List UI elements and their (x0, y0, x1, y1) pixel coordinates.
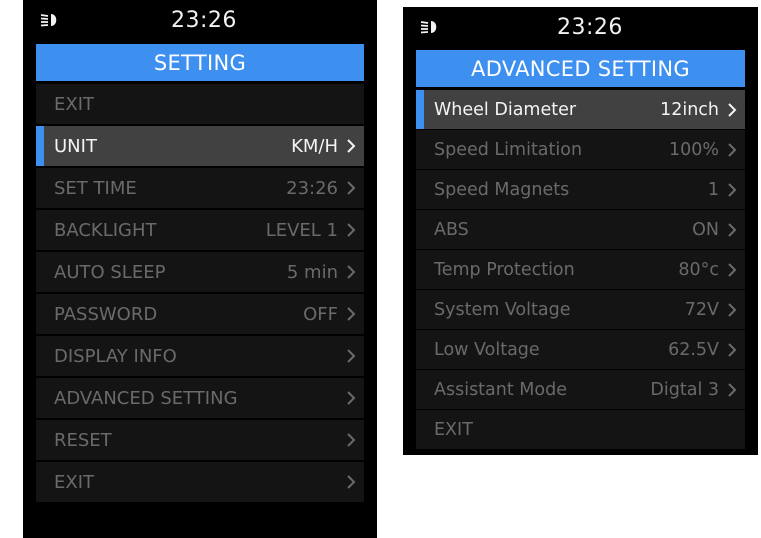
chevron-right-icon (719, 102, 745, 118)
menu-item-auto-sleep[interactable]: AUTO SLEEP 5 min (36, 252, 364, 292)
menu-item-label: ABS (434, 219, 469, 240)
headlight-icon (40, 14, 57, 27)
menu-item-assistant-mode[interactable]: Assistant Mode Digtal 3 (416, 370, 745, 409)
chevron-right-icon (338, 432, 364, 448)
menu-item-value: Digtal 3 (650, 379, 719, 400)
settings-screen: 23:26 SETTING EXIT UNIT KM/H SET TIME 23:26 B… (23, 0, 377, 538)
status-bar: 23:26 (23, 0, 377, 38)
chevron-right-icon (338, 348, 364, 364)
menu-item-value: LEVEL 1 (265, 219, 338, 241)
menu-item-value: 72V (684, 299, 719, 320)
menu-item-label: Low Voltage (434, 339, 540, 360)
menu-item-label: PASSWORD (54, 303, 158, 325)
menu-item-label: EXIT (54, 93, 95, 115)
headlight-icon (420, 21, 437, 34)
clock: 23:26 (171, 8, 237, 33)
menu-item-label: SET TIME (54, 177, 137, 199)
chevron-right-icon (338, 222, 364, 238)
menu-item-label: DISPLAY INFO (54, 345, 177, 367)
menu-item-label: EXIT (54, 471, 95, 493)
menu-item-label: EXIT (434, 419, 473, 440)
menu-item-display-info[interactable]: DISPLAY INFO (36, 336, 364, 376)
menu-item-value: ON (692, 219, 719, 240)
menu-item-label: ADVANCED SETTING (54, 387, 238, 409)
menu-item-wheel-diameter[interactable]: Wheel Diameter 12inch (416, 90, 745, 129)
menu-item-label: Assistant Mode (434, 379, 567, 400)
menu-item-abs[interactable]: ABS ON (416, 210, 745, 249)
menu-item-value: 12inch (660, 99, 719, 120)
chevron-right-icon (719, 382, 745, 398)
page-title: ADVANCED SETTING (416, 50, 745, 87)
chevron-right-icon (338, 264, 364, 280)
advanced-settings-screen: 23:26 ADVANCED SETTING Wheel Diameter 12i… (403, 7, 758, 455)
menu-item-speed-magnets[interactable]: Speed Magnets 1 (416, 170, 745, 209)
menu-item-label: Temp Protection (434, 259, 575, 280)
menu-item-label: Wheel Diameter (434, 99, 577, 120)
menu-item-set-time[interactable]: SET TIME 23:26 (36, 168, 364, 208)
chevron-right-icon (338, 138, 364, 154)
menu-item-value: OFF (303, 303, 338, 325)
menu-item-value: 5 min (286, 261, 338, 283)
menu-item-label: UNIT (54, 135, 97, 157)
menu-item-backlight[interactable]: BACKLIGHT LEVEL 1 (36, 210, 364, 250)
menu-item-label: AUTO SLEEP (54, 261, 166, 283)
menu-item-value: 100% (668, 139, 719, 160)
menu-item-system-voltage[interactable]: System Voltage 72V (416, 290, 745, 329)
clock: 23:26 (557, 15, 623, 40)
menu-item-exit[interactable]: EXIT (36, 462, 364, 502)
chevron-right-icon (719, 262, 745, 278)
menu-item-speed-limitation[interactable]: Speed Limitation 100% (416, 130, 745, 169)
menu-item-exit[interactable]: EXIT (416, 410, 745, 449)
status-bar: 23:26 (403, 7, 758, 45)
menu-item-value: 62.5V (668, 339, 719, 360)
menu-item-value: 23:26 (286, 177, 338, 199)
chevron-right-icon (719, 302, 745, 318)
menu-item-label: Speed Magnets (434, 179, 570, 200)
menu-item-advanced-setting[interactable]: ADVANCED SETTING (36, 378, 364, 418)
menu-item-password[interactable]: PASSWORD OFF (36, 294, 364, 334)
menu-item-value: 80°c (678, 259, 719, 280)
menu-item-label: Speed Limitation (434, 139, 583, 160)
chevron-right-icon (719, 222, 745, 238)
chevron-right-icon (719, 342, 745, 358)
chevron-right-icon (338, 474, 364, 490)
menu-item-low-voltage[interactable]: Low Voltage 62.5V (416, 330, 745, 369)
advanced-settings-menu: Wheel Diameter 12inch Speed Limitation 100%… (416, 90, 745, 450)
menu-item-unit[interactable]: UNIT KM/H (36, 126, 364, 166)
chevron-right-icon (719, 182, 745, 198)
menu-item-temp-protection[interactable]: Temp Protection 80°c (416, 250, 745, 289)
menu-item-value: KM/H (291, 135, 338, 157)
menu-item-exit[interactable]: EXIT (36, 84, 364, 124)
chevron-right-icon (338, 306, 364, 322)
chevron-right-icon (338, 390, 364, 406)
menu-item-reset[interactable]: RESET (36, 420, 364, 460)
settings-menu: EXIT UNIT KM/H SET TIME 23:26 BACKLIGHT LEVEL … (36, 84, 364, 504)
menu-item-label: RESET (54, 429, 112, 451)
menu-item-label: BACKLIGHT (54, 219, 157, 241)
chevron-right-icon (719, 142, 745, 158)
menu-item-label: System Voltage (434, 299, 571, 320)
chevron-right-icon (338, 180, 364, 196)
menu-item-value: 1 (707, 179, 719, 200)
page-title: SETTING (36, 44, 364, 81)
